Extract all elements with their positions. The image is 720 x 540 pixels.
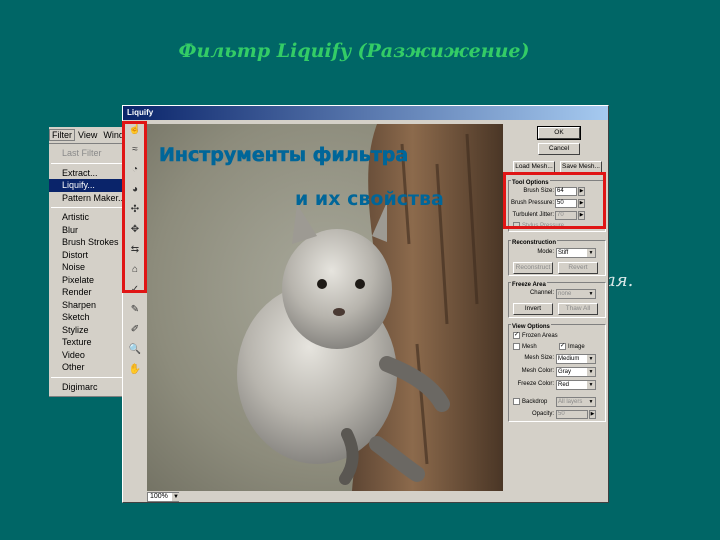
- menu-item-render[interactable]: Render: [49, 286, 124, 299]
- reconstruction-title: Reconstruction: [511, 240, 558, 246]
- mode-label: Mode:: [537, 249, 554, 255]
- menu-bar: Filter View Wind: [49, 127, 124, 144]
- ok-button[interactable]: OK: [537, 126, 581, 140]
- chevron-down-icon: ▼: [587, 249, 595, 257]
- squirrel-photo: [147, 124, 503, 491]
- menu-item-sketch[interactable]: Sketch: [49, 311, 124, 324]
- menu-item-pixelate[interactable]: Pixelate: [49, 274, 124, 287]
- mesh-label: Mesh: [522, 343, 537, 350]
- freeze-color-select[interactable]: Red ▼: [556, 380, 596, 390]
- menu-item-digimarc[interactable]: Digimarc: [49, 381, 124, 394]
- freeze-color-label: Freeze Color:: [517, 381, 554, 387]
- revert-button: Revert: [558, 262, 598, 274]
- freeze-area-title: Freeze Area: [511, 282, 547, 288]
- image-label: Image: [568, 343, 585, 350]
- mode-select[interactable]: Stiff ▼: [556, 248, 596, 258]
- zoom-tool-icon[interactable]: 🔍: [127, 342, 143, 358]
- mesh-checkbox[interactable]: Mesh: [513, 343, 537, 350]
- freeze-area-group: Freeze Area Channel: none ▼ Invert Thaw …: [508, 282, 606, 318]
- menu-separator: [51, 207, 122, 208]
- backdrop-select: All layers ▼: [556, 397, 596, 407]
- chevron-down-icon: ▼: [587, 355, 595, 363]
- menu-item-texture[interactable]: Texture: [49, 336, 124, 349]
- menu-item-sharpen[interactable]: Sharpen: [49, 299, 124, 312]
- opacity-arrow-icon: ▶: [589, 410, 596, 419]
- freeze-tool-icon[interactable]: ✎: [127, 302, 143, 318]
- mesh-color-label: Mesh Color:: [521, 368, 554, 374]
- menu-item-artistic[interactable]: Artistic: [49, 211, 124, 224]
- mesh-size-select[interactable]: Medium ▼: [556, 354, 596, 364]
- reconstruct-button: Reconstruct: [513, 262, 553, 274]
- chevron-down-icon[interactable]: ▼: [172, 493, 180, 501]
- menu-item-pattern-maker[interactable]: Pattern Maker...: [49, 192, 126, 205]
- menu-item-extract[interactable]: Extract...: [49, 167, 124, 180]
- menu-view[interactable]: View: [75, 130, 100, 140]
- menu-separator: [51, 162, 122, 164]
- opacity-field: 50: [556, 410, 588, 419]
- menu-item-blur[interactable]: Blur: [49, 224, 124, 237]
- mesh-color-select[interactable]: Gray ▼: [556, 367, 596, 377]
- overlay-caption-line2: и их свойства: [295, 188, 444, 210]
- frozen-areas-label: Frozen Areas: [522, 332, 558, 339]
- invert-button[interactable]: Invert: [513, 303, 553, 315]
- slide-title: Фильтр Liquify (Разжижение): [178, 40, 530, 62]
- chevron-down-icon: ▼: [587, 368, 595, 376]
- view-options-title: View Options: [511, 324, 551, 330]
- reconstruction-group: Reconstruction Mode: Stiff ▼ Reconstruct…: [508, 240, 606, 276]
- mesh-size-value: Medium: [558, 356, 580, 362]
- mesh-size-label: Mesh Size:: [524, 355, 554, 361]
- thaw-tool-icon[interactable]: ✐: [127, 322, 143, 338]
- menu-item-brush-strokes[interactable]: Brush Strokes: [49, 236, 124, 249]
- mesh-color-value: Gray: [558, 369, 572, 375]
- chevron-down-icon: ▼: [587, 290, 595, 298]
- mode-value: Stiff: [558, 250, 569, 256]
- channel-label: Channel:: [529, 290, 554, 296]
- channel-value: none: [558, 291, 572, 297]
- menu-item-other[interactable]: Other: [49, 361, 124, 374]
- menu-item-stylize[interactable]: Stylize: [49, 324, 124, 337]
- thaw-all-button: Thaw All: [558, 303, 598, 315]
- tool-options-highlight-frame: [503, 172, 606, 229]
- view-options-group: View Options ✓ Frozen Areas Mesh ✓ Image M…: [508, 324, 606, 422]
- opacity-label: Opacity:: [531, 411, 554, 417]
- menu-item-noise[interactable]: Noise: [49, 261, 124, 274]
- tools-highlight-frame: [122, 121, 147, 293]
- chevron-down-icon: ▼: [587, 398, 595, 406]
- preview-canvas[interactable]: [147, 124, 503, 491]
- hidden-caption: ая.: [605, 270, 634, 291]
- menu-filter[interactable]: Filter: [49, 129, 75, 141]
- menu-separator: [51, 376, 122, 378]
- menu-item-liquify[interactable]: Liquify...: [49, 179, 124, 192]
- hand-tool-icon[interactable]: ✋: [127, 362, 143, 378]
- cancel-button[interactable]: Cancel: [538, 143, 580, 155]
- dialog-title: Liquify: [123, 106, 608, 120]
- backdrop-label: Backdrop: [522, 398, 548, 405]
- freeze-color-value: Red: [558, 382, 570, 388]
- chevron-down-icon: ▼: [587, 381, 595, 389]
- menu-item-video[interactable]: Video: [49, 349, 124, 362]
- channel-select: none ▼: [556, 289, 596, 299]
- menu-item-distort[interactable]: Distort: [49, 249, 124, 262]
- menu-item-last-filter: Last Filter: [62, 148, 102, 158]
- backdrop-value: All layers: [558, 399, 583, 405]
- frozen-areas-checkbox[interactable]: ✓ Frozen Areas: [513, 332, 558, 339]
- backdrop-checkbox[interactable]: Backdrop: [513, 398, 547, 405]
- filter-menu: Filter View Wind Last Filter Extract... …: [49, 127, 126, 397]
- image-checkbox[interactable]: ✓ Image: [559, 343, 585, 350]
- overlay-caption-line1: Инструменты фильтра: [159, 144, 409, 167]
